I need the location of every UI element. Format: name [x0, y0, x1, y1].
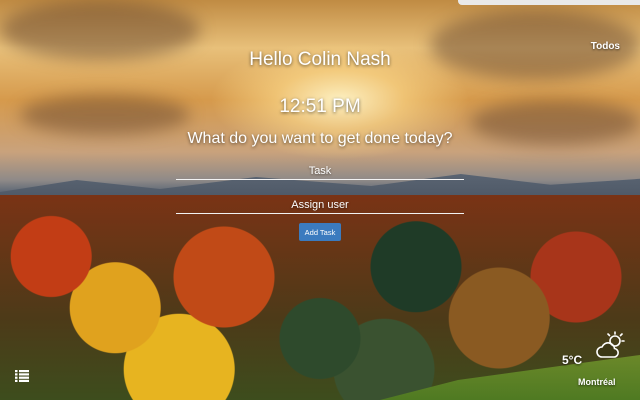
add-task-button[interactable]: Add Task	[299, 223, 341, 241]
temperature-label: 5°C	[562, 353, 583, 367]
greeting-text: Hello Colin Nash	[249, 49, 391, 70]
clock-display: 12:51 PM	[279, 96, 361, 117]
assign-user-input[interactable]	[176, 196, 464, 214]
city-label: Montréal	[578, 377, 616, 387]
task-input[interactable]	[176, 162, 464, 180]
partly-cloudy-icon	[596, 331, 625, 358]
list-icon[interactable]	[15, 370, 29, 382]
prompt-heading: What do you want to get done today?	[187, 130, 453, 147]
top-bar	[458, 0, 640, 5]
